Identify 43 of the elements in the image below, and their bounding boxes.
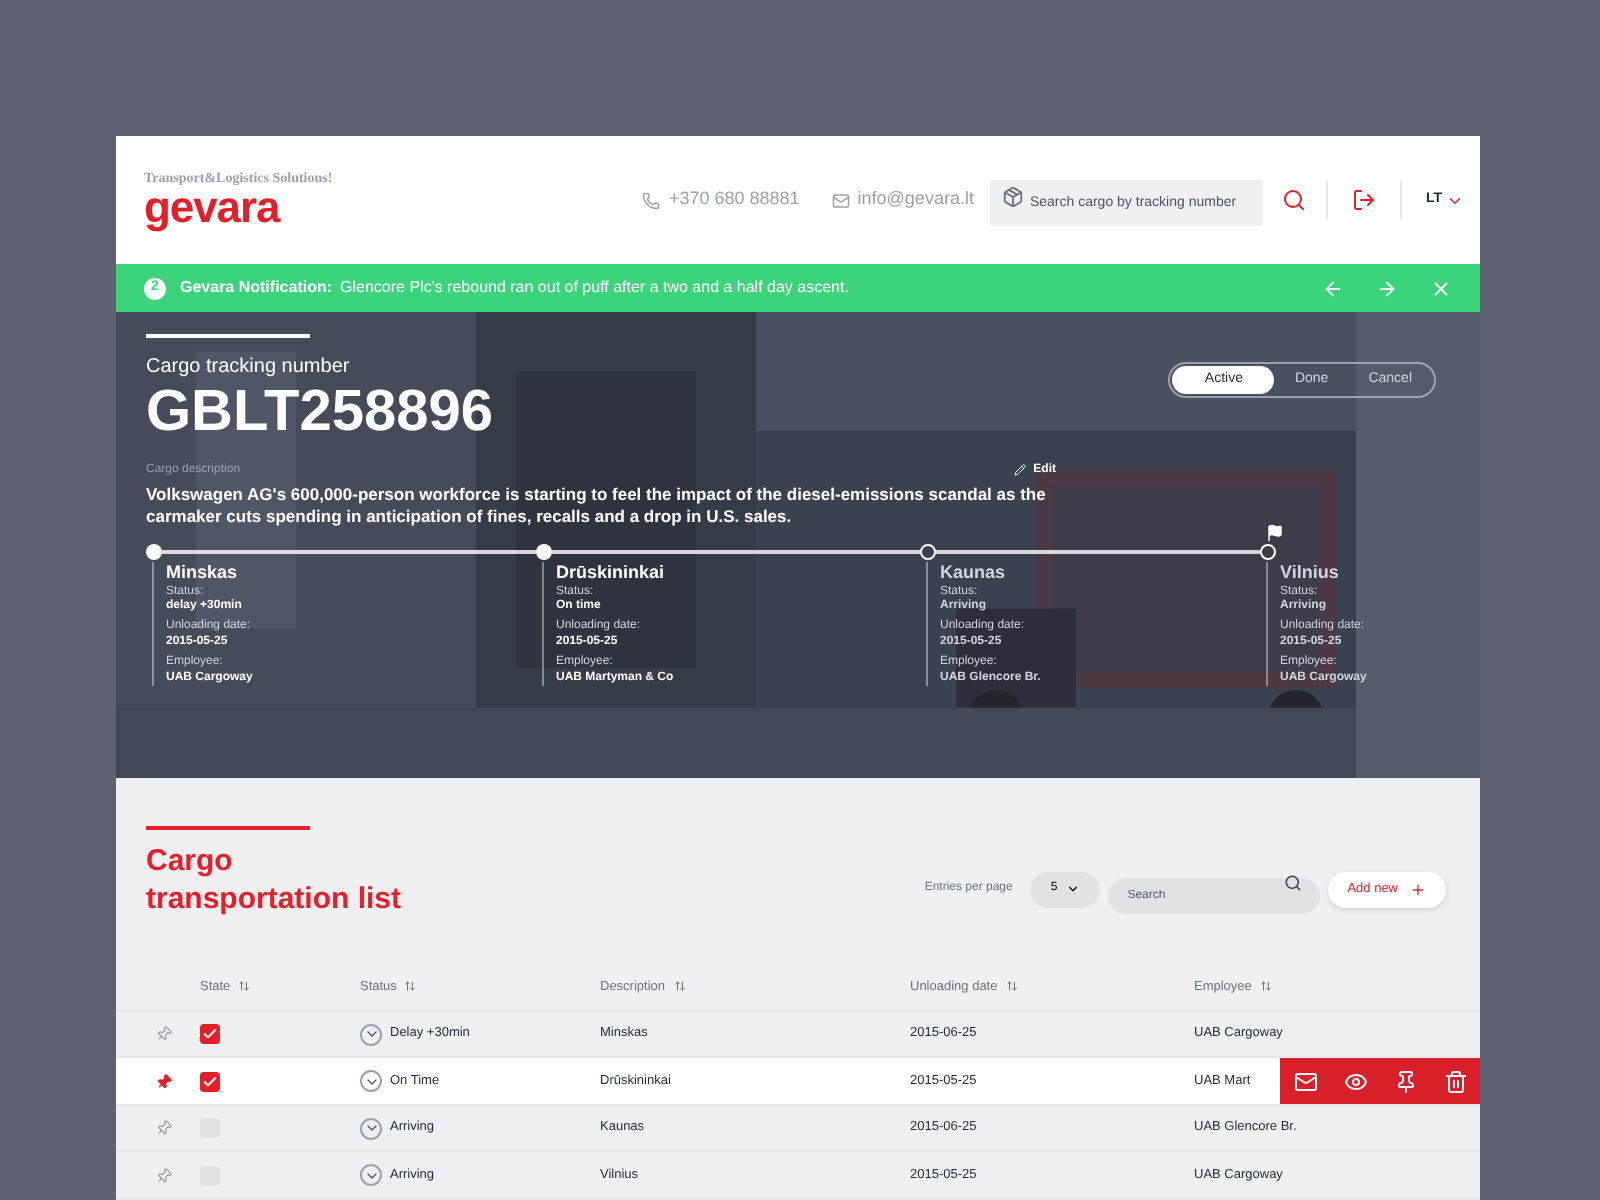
chevron-icon[interactable]: [360, 1023, 382, 1046]
sort-icon: [1259, 980, 1272, 993]
notification-message: Glencore Plc's rebound ran out of puff after a two and a half day ascent.: [340, 276, 849, 301]
pin-icon[interactable]: [1393, 1069, 1417, 1094]
tracking-number: GBLT258896: [146, 382, 494, 446]
sort-icon: [673, 980, 686, 993]
stop-city: Vilnius: [1280, 561, 1341, 585]
logo: gevara: [144, 185, 281, 230]
row-checkbox[interactable]: [200, 1024, 220, 1045]
eye-icon[interactable]: [1343, 1069, 1367, 1094]
mail-icon[interactable]: [1293, 1069, 1317, 1094]
plus-icon: [1410, 881, 1426, 898]
pin-icon[interactable]: [152, 1070, 176, 1093]
list-title: transportation list: [146, 882, 402, 920]
package-search-icon: [1001, 186, 1024, 209]
pin-icon[interactable]: [152, 1117, 176, 1140]
chevron-icon[interactable]: [360, 1117, 382, 1140]
sort-icon: [1005, 980, 1018, 993]
list-title: Cargo: [146, 844, 235, 883]
sort-icon: [238, 980, 251, 993]
chevron-icon[interactable]: [360, 1070, 382, 1093]
phone-icon: [642, 191, 661, 210]
pin-icon[interactable]: [152, 1164, 176, 1187]
search-icon: [1281, 188, 1306, 213]
stop-city: Kaunas: [940, 561, 1008, 585]
chevron-icon: [1065, 882, 1080, 897]
pencil-icon: [1013, 464, 1026, 477]
close-icon: [1430, 277, 1452, 300]
tracking-label: Cargo tracking number: [146, 354, 352, 383]
mail-icon: [831, 191, 850, 210]
logout-icon: [1351, 188, 1376, 213]
search-icon: [1283, 874, 1302, 893]
cargo-description: Volkswagen AG's 600,000-person workforce is starting to feel the impact of the diesel-emissions scandal as the carmaker cuts spending in anticipation of fines, recalls and a drop in U.S. sales.: [146, 483, 1048, 530]
row-checkbox[interactable]: [200, 1071, 220, 1092]
pin-icon[interactable]: [152, 1023, 176, 1046]
trash-icon[interactable]: [1443, 1069, 1467, 1094]
stop-city: Drūskininkai: [556, 561, 667, 585]
arrow-left-icon: [1322, 277, 1344, 300]
stop-city: Minskas: [166, 561, 240, 585]
chevron-icon[interactable]: [360, 1164, 382, 1187]
arrow-right-icon: [1376, 277, 1398, 300]
sort-icon: [404, 980, 417, 993]
notification-title: Gevara Notification:: [180, 276, 333, 301]
